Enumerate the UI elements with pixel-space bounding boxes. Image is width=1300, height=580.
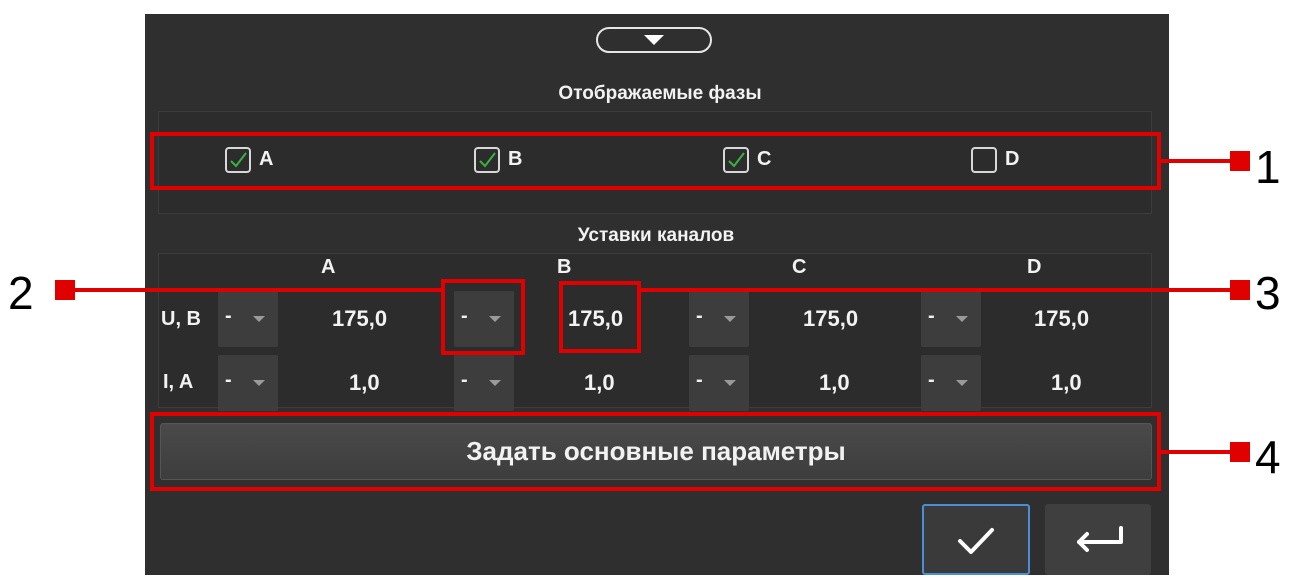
chevron-down-icon — [644, 35, 664, 45]
current-a-value[interactable]: 1,0 — [349, 370, 380, 396]
annotation-box-4 — [150, 412, 1161, 491]
chevron-down-icon — [956, 316, 968, 322]
voltage-d-value[interactable]: 175,0 — [1034, 306, 1089, 332]
leader-marker-3 — [1230, 280, 1250, 300]
return-arrow-icon — [1077, 526, 1123, 552]
current-d-dropdown[interactable]: - — [921, 355, 981, 411]
chevron-down-icon — [253, 316, 265, 322]
settings-group — [158, 253, 1152, 408]
voltage-c-dropdown[interactable]: - — [689, 291, 749, 347]
annotation-box-2 — [441, 279, 525, 355]
back-button[interactable] — [1045, 504, 1151, 575]
current-b-dropdown[interactable]: - — [454, 355, 514, 411]
checkmark-icon — [958, 528, 994, 554]
current-c-value[interactable]: 1,0 — [819, 370, 850, 396]
chevron-down-icon — [956, 380, 968, 386]
callout-number-4: 4 — [1255, 431, 1281, 483]
leader-marker-4 — [1230, 442, 1250, 462]
ok-button[interactable] — [922, 504, 1030, 575]
collapse-button[interactable] — [596, 27, 712, 53]
current-b-value[interactable]: 1,0 — [584, 370, 615, 396]
callout-number-2: 2 — [8, 267, 34, 319]
current-c-dropdown[interactable]: - — [689, 355, 749, 411]
chevron-down-icon — [253, 380, 265, 386]
voltage-a-value[interactable]: 175,0 — [332, 306, 387, 332]
callout-number-3: 3 — [1255, 267, 1281, 319]
voltage-a-dropdown[interactable]: - — [218, 291, 278, 347]
leader-line-4 — [1161, 450, 1231, 454]
chevron-down-icon — [724, 316, 736, 322]
callout-number-1: 1 — [1255, 141, 1281, 193]
leader-marker-1 — [1230, 151, 1250, 171]
leader-line-3 — [641, 288, 1233, 292]
leader-line-2 — [75, 288, 441, 292]
column-header-c: C — [792, 256, 807, 278]
settings-title: Уставки каналов — [577, 225, 735, 246]
leader-line-1 — [1161, 159, 1231, 163]
column-header-d: D — [1027, 256, 1042, 278]
voltage-d-dropdown[interactable]: - — [921, 291, 981, 347]
chevron-down-icon — [724, 380, 736, 386]
voltage-c-value[interactable]: 175,0 — [803, 306, 858, 332]
column-header-a: A — [321, 256, 336, 278]
column-header-b: B — [557, 256, 572, 278]
row-label-voltage: U, B — [161, 308, 201, 330]
phases-title: Отображаемые фазы — [558, 83, 762, 104]
current-a-dropdown[interactable]: - — [218, 355, 278, 411]
current-d-value[interactable]: 1,0 — [1051, 370, 1082, 396]
chevron-down-icon — [489, 380, 501, 386]
row-label-current: I, A — [163, 371, 194, 393]
leader-marker-2 — [55, 280, 75, 300]
annotation-box-1 — [150, 132, 1161, 190]
annotation-box-3 — [559, 281, 641, 353]
